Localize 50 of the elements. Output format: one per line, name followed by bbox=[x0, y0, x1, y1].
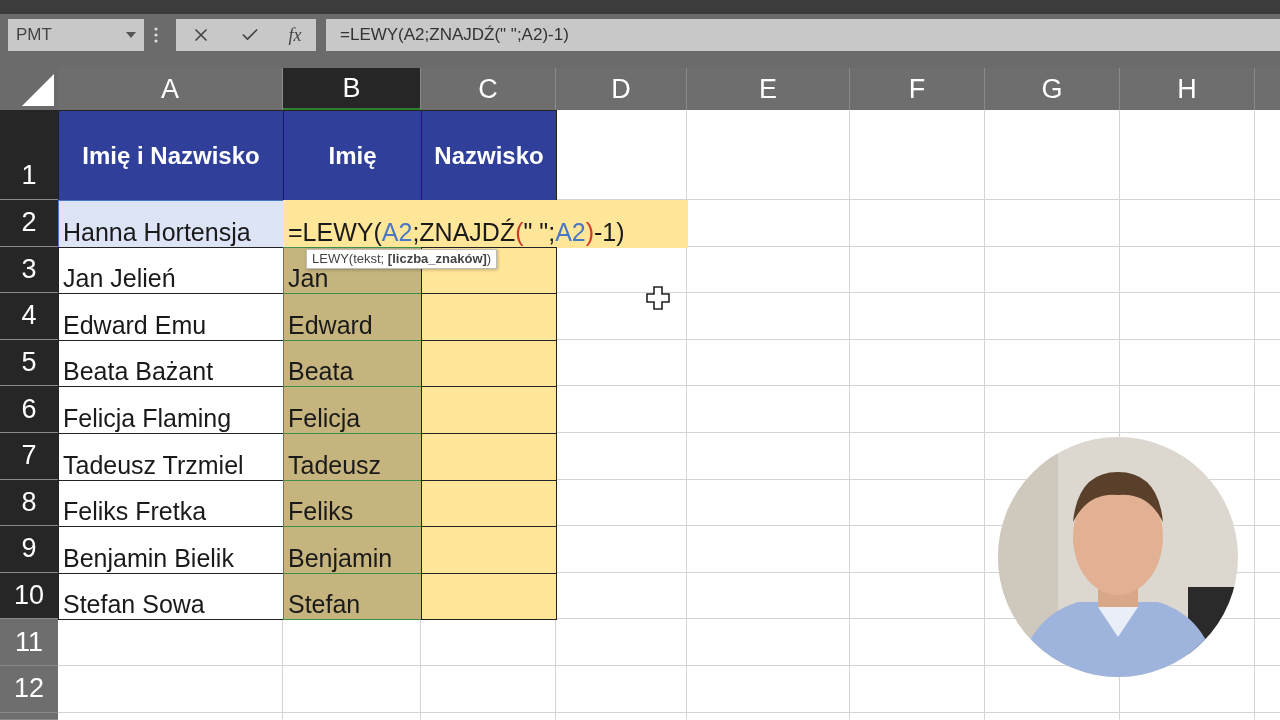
table-cell: Edward Emu bbox=[58, 293, 284, 341]
row-header[interactable]: 11 bbox=[0, 619, 58, 666]
row-header[interactable]: 6 bbox=[0, 386, 58, 433]
row-header[interactable]: 2 bbox=[0, 200, 58, 247]
column-header[interactable]: B bbox=[283, 68, 421, 110]
more-icon[interactable] bbox=[154, 27, 158, 43]
formula-editor[interactable]: =LEWY(A2;ZNAJDŹ(" ";A2)-1) bbox=[283, 200, 688, 248]
column-header[interactable]: E bbox=[687, 68, 850, 110]
table-cell: Stefan Sowa bbox=[58, 572, 284, 621]
column-header[interactable]: C bbox=[421, 68, 556, 110]
insert-function-button[interactable]: fx bbox=[288, 24, 302, 46]
function-tooltip: LEWY(tekst; [liczba_znaków]) bbox=[306, 249, 498, 269]
table-cell: Feliks bbox=[283, 479, 422, 528]
table-cell: Edward bbox=[283, 293, 422, 341]
row-header[interactable]: 7 bbox=[0, 432, 58, 480]
table-cell: Tadeusz Trzmiel bbox=[58, 432, 284, 481]
table-cell: Felicja Flaming bbox=[58, 386, 284, 434]
column-header[interactable]: D bbox=[556, 68, 687, 110]
caret-icon bbox=[126, 32, 136, 38]
column-header-strip bbox=[1255, 68, 1280, 110]
table-cell: Jan Jelień bbox=[58, 246, 284, 295]
row-header[interactable]: 12 bbox=[0, 665, 58, 713]
worksheet-grid[interactable] bbox=[0, 68, 1280, 720]
table-cell: Beata Bażant bbox=[58, 339, 284, 388]
table-cell: Beata bbox=[283, 339, 422, 388]
column-title: Imię i Nazwisko bbox=[58, 110, 284, 201]
column-header[interactable]: H bbox=[1120, 68, 1255, 110]
table-cell: Feliks Fretka bbox=[58, 479, 284, 528]
row-header[interactable]: 8 bbox=[0, 479, 58, 527]
column-title: Imię bbox=[283, 110, 422, 201]
row-header[interactable]: 10 bbox=[0, 572, 58, 620]
row-header[interactable]: 5 bbox=[0, 339, 58, 387]
cursor-icon bbox=[645, 285, 671, 311]
row-header[interactable]: 3 bbox=[0, 246, 58, 294]
select-all-icon[interactable] bbox=[22, 74, 54, 106]
row-header[interactable]: 9 bbox=[0, 526, 58, 573]
table-cell: Stefan bbox=[283, 572, 422, 621]
table-cell: Benjamin Bielik bbox=[58, 526, 284, 574]
formula-bar[interactable]: =LEWY(A2;ZNAJDŹ(" ";A2)-1) bbox=[326, 19, 1280, 51]
row-header[interactable]: 4 bbox=[0, 293, 58, 340]
row-header[interactable]: 1 bbox=[0, 110, 58, 200]
column-title: Nazwisko bbox=[421, 110, 557, 201]
name-box[interactable]: PMT bbox=[8, 19, 144, 51]
column-header[interactable]: G bbox=[985, 68, 1120, 110]
table-cell: Felicja bbox=[283, 386, 422, 434]
column-header[interactable]: A bbox=[58, 68, 283, 110]
table-cell: Hanna Hortensja bbox=[58, 200, 284, 248]
column-header[interactable]: F bbox=[850, 68, 985, 110]
table-cell: Benjamin bbox=[283, 526, 422, 574]
table-cell: Tadeusz bbox=[283, 432, 422, 481]
